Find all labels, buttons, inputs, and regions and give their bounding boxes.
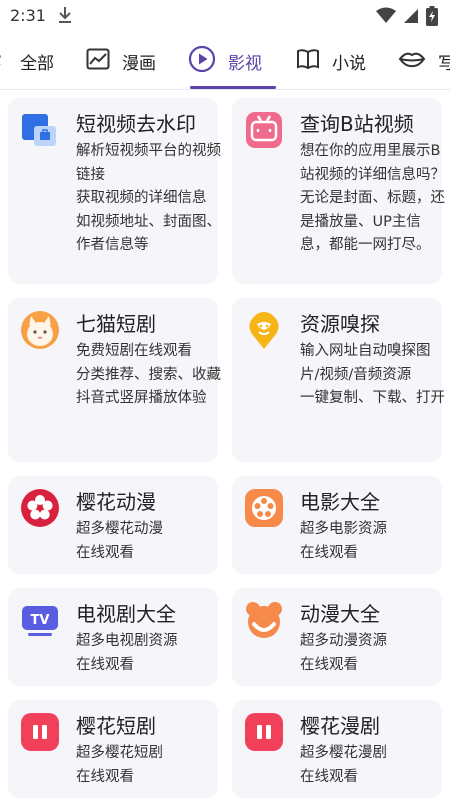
tab-label: 影视 xyxy=(228,53,262,74)
card-tv-series[interactable]: TV 电视剧大全 超多电视剧资源 在线观看 xyxy=(8,588,218,686)
desc-line: 抖音式竖屏播放体验 xyxy=(76,390,207,406)
card-description: 超多动漫资源 在线观看 xyxy=(300,630,445,677)
card-title: 资源嗅探 xyxy=(300,312,380,336)
bear-icon xyxy=(244,600,284,640)
card-title: 查询B站视频 xyxy=(300,112,414,136)
film-reel-icon xyxy=(244,488,284,528)
status-time: 2:31 xyxy=(10,6,46,25)
play-circle-icon xyxy=(188,45,216,78)
card-description: 想在你的应用里展示B站视频的详细信息吗？无论是封面、标题，还是播放量、UP主信息… xyxy=(300,140,445,258)
card-description: 解析短视频平台的视频链接 获取视频的详细信息 如视频地址、封面图、作者信息等 xyxy=(76,140,221,258)
desc-line: 一键复制、下载、打开 xyxy=(300,390,445,406)
desc-line: 获取视频的详细信息 xyxy=(76,190,207,206)
desc-line: 在线观看 xyxy=(76,544,134,561)
card-description: 超多樱花短剧 在线观看 xyxy=(76,742,221,789)
card-title: 电视剧大全 xyxy=(76,602,176,626)
tab-comics[interactable]: 漫画 xyxy=(86,32,156,90)
tab-all[interactable]: 全部 xyxy=(0,32,54,90)
card-watermark-remover[interactable]: 短视频去水印 解析短视频平台的视频链接 获取视频的详细信息 如视频地址、封面图、… xyxy=(8,98,221,284)
desc-line: 在线观看 xyxy=(300,544,358,561)
card-description: 超多电视剧资源 在线观看 xyxy=(76,630,221,677)
card-qimao-shorts[interactable]: 七猫短剧 免费短剧在线观看 分类推荐、搜索、收藏 抖音式竖屏播放体验 xyxy=(8,298,221,462)
download-icon xyxy=(56,5,74,29)
card-sakura-anime[interactable]: 樱花动漫 超多樱花动漫 在线观看 xyxy=(8,476,218,574)
desc-line: 超多电视剧资源 xyxy=(76,633,178,649)
card-bilibili-query[interactable]: 查询B站视频 想在你的应用里展示B站视频的详细信息吗？无论是封面、标题，还是播放… xyxy=(232,98,445,284)
desc-line: 在线观看 xyxy=(300,768,358,785)
card-title: 樱花漫剧 xyxy=(300,714,380,738)
card-movie-collection[interactable]: 电影大全 超多电影资源 在线观看 xyxy=(232,476,442,574)
desc-line: 在线观看 xyxy=(76,656,134,673)
svg-text:TV: TV xyxy=(31,613,50,628)
category-tabs: 全部 漫画 影视 小说 写 xyxy=(0,32,450,90)
card-resource-sniffer[interactable]: 资源嗅探 输入网址自动嗅探图片/视频/音频资源 一键复制、下载、打开 xyxy=(232,298,445,462)
tv-icon: TV xyxy=(20,600,60,640)
card-sakura-comic-drama[interactable]: 樱花漫剧 超多樱花漫剧 在线观看 xyxy=(232,700,442,798)
card-description: 输入网址自动嗅探图片/视频/音频资源 一键复制、下载、打开 xyxy=(300,340,445,411)
desc-line: 想在你的应用里展示B站视频的详细信息吗？无论是封面、标题，还是播放量、UP主信息… xyxy=(300,143,445,253)
card-anime-collection[interactable]: 动漫大全 超多动漫资源 在线观看 xyxy=(232,588,442,686)
bilibili-icon xyxy=(244,110,284,150)
desc-line: 输入网址自动嗅探图片/视频/音频资源 xyxy=(300,343,431,383)
card-title: 樱花动漫 xyxy=(76,490,156,514)
card-title: 动漫大全 xyxy=(300,602,380,626)
tab-novels[interactable]: 小说 xyxy=(296,32,366,90)
tab-label: 小说 xyxy=(332,53,366,74)
pause-icon xyxy=(20,712,60,752)
card-description: 超多樱花漫剧 在线观看 xyxy=(300,742,445,789)
sniff-icon xyxy=(244,310,284,350)
desc-line: 解析短视频平台的视频链接 xyxy=(76,143,221,183)
tab-write[interactable]: 写 xyxy=(398,32,450,90)
desc-line: 超多樱花短剧 xyxy=(76,745,163,761)
desc-line: 免费短剧在线观看 xyxy=(76,343,192,359)
card-description: 超多电影资源 在线观看 xyxy=(300,518,445,565)
desc-line: 超多樱花漫剧 xyxy=(300,745,387,761)
card-title: 樱花短剧 xyxy=(76,714,156,738)
status-bar: 2:31 xyxy=(0,0,450,32)
sakura-icon xyxy=(20,488,60,528)
desc-line: 超多樱花动漫 xyxy=(76,521,163,537)
watermark-remove-icon xyxy=(20,110,60,150)
grid-icon xyxy=(0,49,8,74)
battery-icon xyxy=(426,6,438,30)
tab-video[interactable]: 影视 xyxy=(188,32,262,90)
cat-icon xyxy=(20,310,60,350)
card-sakura-shorts[interactable]: 樱花短剧 超多樱花短剧 在线观看 xyxy=(8,700,218,798)
wifi-icon xyxy=(376,7,396,29)
tab-label: 写 xyxy=(438,53,450,74)
card-title: 七猫短剧 xyxy=(76,312,156,336)
lips-icon xyxy=(398,49,426,74)
card-title: 电影大全 xyxy=(300,490,380,514)
signal-icon xyxy=(402,7,420,29)
tab-label: 漫画 xyxy=(122,53,156,74)
card-description: 超多樱花动漫 在线观看 xyxy=(76,518,221,565)
desc-line: 在线观看 xyxy=(76,768,134,785)
desc-line: 在线观看 xyxy=(300,656,358,673)
card-description: 免费短剧在线观看 分类推荐、搜索、收藏 抖音式竖屏播放体验 xyxy=(76,340,221,411)
tool-grid: 短视频去水印 解析短视频平台的视频链接 获取视频的详细信息 如视频地址、封面图、… xyxy=(0,90,450,800)
desc-line: 超多电影资源 xyxy=(300,521,387,537)
pause-icon xyxy=(244,712,284,752)
desc-line: 超多动漫资源 xyxy=(300,633,387,649)
image-icon xyxy=(86,48,110,75)
tab-label: 全部 xyxy=(20,53,54,74)
card-title: 短视频去水印 xyxy=(76,112,196,136)
book-icon xyxy=(296,48,320,75)
desc-line: 如视频地址、封面图、作者信息等 xyxy=(76,213,221,254)
desc-line: 分类推荐、搜索、收藏 xyxy=(76,366,221,383)
